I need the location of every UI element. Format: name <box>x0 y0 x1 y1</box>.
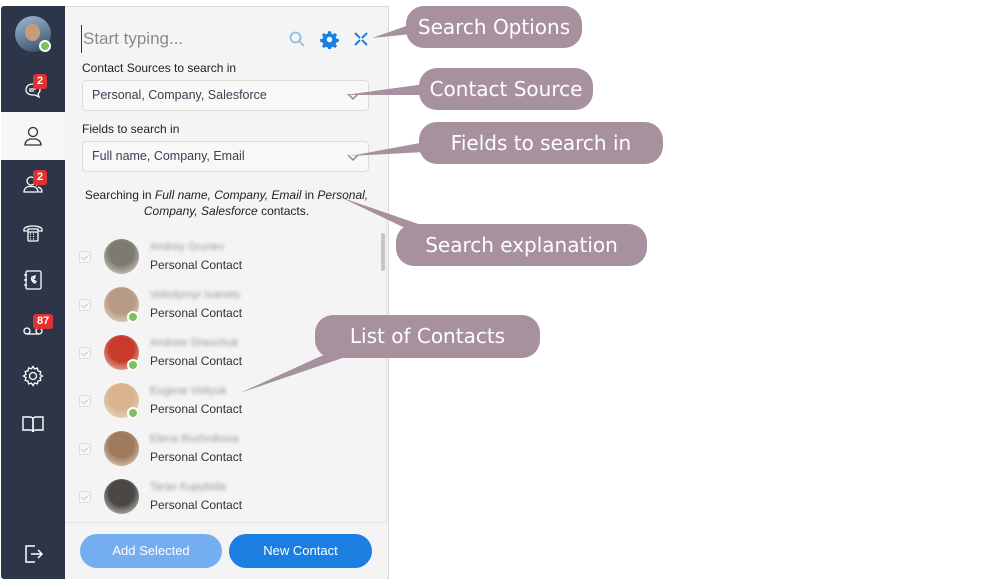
callout-contact-source: Contact Source <box>419 68 593 110</box>
online-status-dot <box>127 311 139 323</box>
sidebar-item-groups[interactable]: 2 <box>1 160 65 208</box>
sidebar: 2 2 87 <box>1 6 65 579</box>
contacts-list: Andrey Grunev Personal Contact Volodymyr I… <box>65 233 387 522</box>
contact-name: Andrey Grunev <box>150 241 224 253</box>
contact-avatar <box>104 239 139 274</box>
online-status-dot <box>127 407 139 419</box>
gear-icon <box>22 365 44 387</box>
phone-dialpad-icon <box>23 225 43 242</box>
contact-name: Volodymyr Ivanets <box>150 289 240 301</box>
contact-type: Personal Contact <box>150 498 243 512</box>
callout-fields-to-search: Fields to search in <box>419 122 663 164</box>
explanation-suffix: contacts. <box>257 204 310 218</box>
contact-type: Personal Contact <box>150 258 243 272</box>
contact-list-item[interactable]: Taras Kupybida Personal Contact <box>65 473 375 521</box>
sidebar-item-phonebook[interactable] <box>1 256 65 304</box>
contact-name: Elena Ruzhnikova <box>150 433 239 445</box>
explanation-fields: Full name, Company, Email <box>154 188 302 202</box>
sidebar-item-dialpad[interactable] <box>1 208 65 256</box>
search-explanation: Searching in Full name, Company, Email i… <box>79 187 374 219</box>
contact-checkbox[interactable] <box>79 395 91 407</box>
contact-sources-value: Personal, Company, Salesforce <box>92 88 267 102</box>
callout-search-options: Search Options <box>406 6 582 48</box>
contact-avatar <box>104 431 139 466</box>
contact-list-item[interactable]: Andrey Grunev Personal Contact <box>65 233 375 281</box>
chats-badge: 2 <box>33 74 48 89</box>
sidebar-item-contacts[interactable] <box>1 112 65 160</box>
contact-type: Personal Contact <box>150 402 243 416</box>
contact-checkbox[interactable] <box>79 443 91 455</box>
user-icon <box>24 126 42 146</box>
online-status-dot <box>127 359 139 371</box>
sidebar-item-chats[interactable]: 2 <box>1 64 65 112</box>
callout-list-of-contacts: List of Contacts <box>315 315 540 358</box>
book-icon <box>22 416 44 433</box>
search-icon[interactable] <box>287 29 307 49</box>
fields-value: Full name, Company, Email <box>92 149 245 163</box>
contact-list-item[interactable]: Eugene Voityuk Personal Contact <box>65 377 375 425</box>
voicemail-badge: 87 <box>33 314 54 329</box>
explanation-middle: in <box>301 188 318 202</box>
fields-label: Fields to search in <box>82 122 180 136</box>
search-options-gear-icon[interactable] <box>319 29 339 49</box>
sidebar-item-logout[interactable] <box>1 530 65 578</box>
user-avatar[interactable] <box>15 16 51 52</box>
contact-type: Personal Contact <box>150 354 243 368</box>
online-status-dot <box>39 40 51 52</box>
contact-avatar <box>104 479 139 514</box>
logout-icon <box>25 545 44 563</box>
contact-search-panel: Contact Sources to search in Personal, C… <box>65 6 389 579</box>
contact-list-item[interactable]: Elena Ruzhnikova Personal Contact <box>65 425 375 473</box>
contact-checkbox[interactable] <box>79 491 91 503</box>
fields-select[interactable]: Full name, Company, Email <box>82 141 369 172</box>
contact-name: Taras Kupybida <box>150 481 226 493</box>
search-input[interactable] <box>81 25 281 53</box>
chevron-down-icon <box>347 93 359 100</box>
panel-footer: Add Selected New Contact <box>65 522 387 579</box>
new-contact-button[interactable]: New Contact <box>229 534 372 568</box>
callout-search-explanation: Search explanation <box>396 224 647 266</box>
groups-badge: 2 <box>33 170 48 185</box>
contact-sources-label: Contact Sources to search in <box>82 61 237 75</box>
collapse-icon[interactable] <box>351 29 371 49</box>
contact-checkbox[interactable] <box>79 347 91 359</box>
contact-type: Personal Contact <box>150 306 243 320</box>
contact-name: Andrew Shevchuk <box>150 337 239 349</box>
add-selected-button[interactable]: Add Selected <box>80 534 222 568</box>
contact-checkbox[interactable] <box>79 251 91 263</box>
chevron-down-icon <box>347 154 359 161</box>
explanation-prefix: Searching in <box>84 188 155 202</box>
sidebar-item-voicemail[interactable]: 87 <box>1 304 65 352</box>
phonebook-icon <box>24 270 42 290</box>
search-row <box>81 25 373 53</box>
contact-name: Eugene Voityuk <box>150 385 227 397</box>
sidebar-item-help[interactable] <box>1 400 65 448</box>
sidebar-item-settings[interactable] <box>1 352 65 400</box>
contact-sources-select[interactable]: Personal, Company, Salesforce <box>82 80 369 111</box>
contact-checkbox[interactable] <box>79 299 91 311</box>
contact-type: Personal Contact <box>150 450 243 464</box>
